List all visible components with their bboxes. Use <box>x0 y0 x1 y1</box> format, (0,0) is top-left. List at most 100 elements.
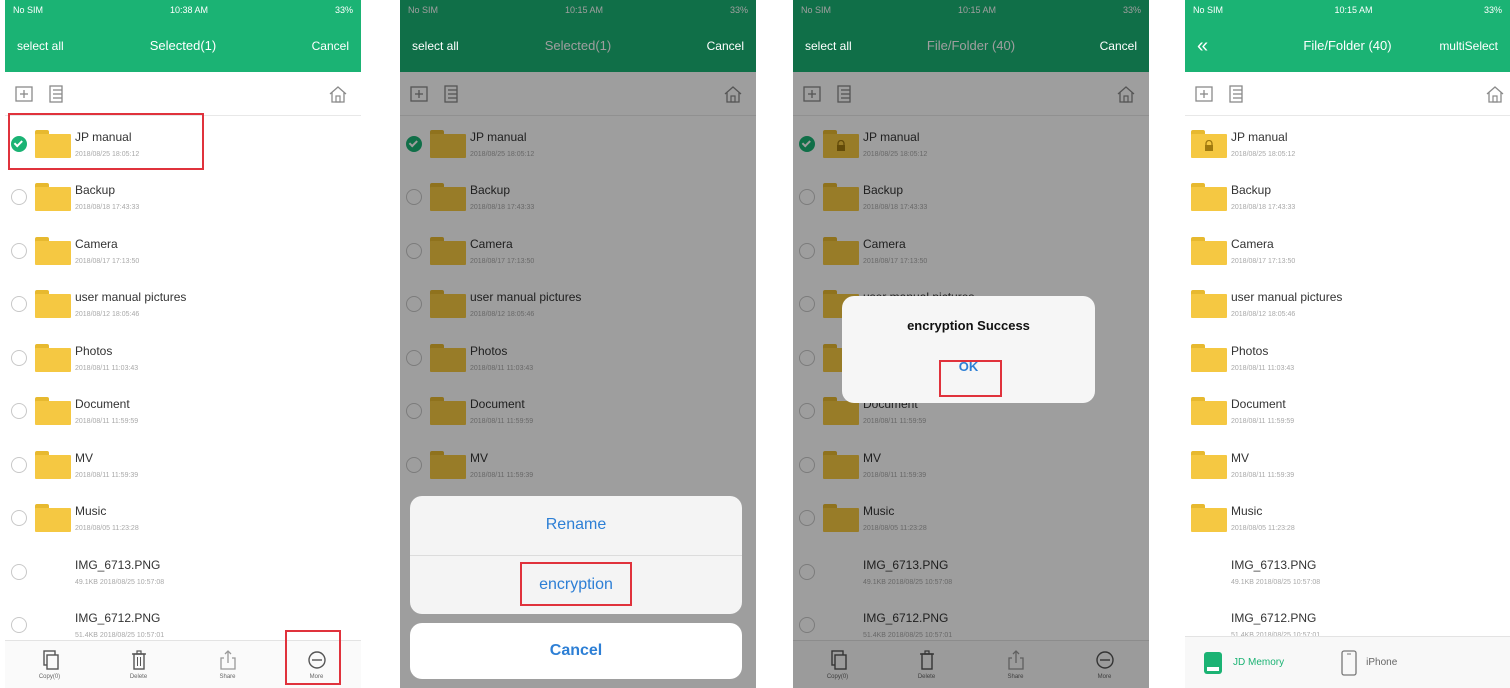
list-item[interactable]: MV 2018/08/11 11:59:39 <box>793 438 1149 492</box>
more-button[interactable]: More <box>287 649 347 680</box>
select-radio[interactable] <box>406 135 422 152</box>
rename-button[interactable]: Rename <box>410 496 742 555</box>
tab-iphone[interactable]: iPhone <box>1340 649 1397 676</box>
home-icon[interactable] <box>1484 83 1506 105</box>
new-folder-icon[interactable] <box>1193 83 1215 105</box>
select-radio[interactable] <box>11 617 27 634</box>
copy-button[interactable]: Copy(0) <box>20 649 80 680</box>
list-item[interactable]: Document 2018/08/11 11:59:59 <box>5 385 361 439</box>
more-button[interactable]: More <box>1075 649 1135 680</box>
select-radio[interactable] <box>406 189 422 206</box>
select-radio[interactable] <box>799 403 815 420</box>
select-radio[interactable] <box>11 456 27 473</box>
list-item[interactable]: Document 2018/08/11 11:59:59 <box>400 385 756 439</box>
select-radio[interactable] <box>11 189 27 206</box>
folder-icon <box>430 290 466 319</box>
select-radio[interactable] <box>11 296 27 313</box>
list-item[interactable]: JP manual 2018/08/25 18:05:12 <box>1185 117 1510 171</box>
new-folder-icon[interactable] <box>13 83 35 105</box>
item-meta: Music 2018/08/05 11:23:28 <box>863 504 927 532</box>
select-radio[interactable] <box>799 349 815 366</box>
ok-button[interactable]: OK <box>947 355 991 378</box>
item-date: 2018/08/12 18:05:46 <box>1231 311 1296 319</box>
cancel-button[interactable]: Cancel <box>1100 39 1137 53</box>
select-radio[interactable] <box>799 296 815 313</box>
select-radio[interactable] <box>799 189 815 206</box>
share-button[interactable]: Share <box>986 649 1046 680</box>
list-item[interactable]: Camera 2018/08/17 17:13:50 <box>400 224 756 278</box>
select-radio[interactable] <box>11 242 27 259</box>
list-item[interactable]: JP manual 2018/08/25 18:05:12 <box>5 117 361 171</box>
sort-icon[interactable] <box>833 83 855 105</box>
cancel-button[interactable]: Cancel <box>707 39 744 53</box>
sheet-cancel-button[interactable]: Cancel <box>410 623 742 679</box>
new-folder-icon[interactable] <box>408 83 430 105</box>
item-name: IMG_6713.PNG <box>863 557 949 572</box>
select-radio[interactable] <box>406 349 422 366</box>
select-radio[interactable] <box>406 403 422 420</box>
select-radio[interactable] <box>799 242 815 259</box>
list-item[interactable]: IMG_6713.PNG 49.1KB 2018/08/25 10:57:08 <box>793 545 1149 599</box>
list-item[interactable]: Photos 2018/08/11 11:03:43 <box>5 331 361 385</box>
select-all-button[interactable]: select all <box>17 39 64 53</box>
list-item[interactable]: Music 2018/08/05 11:23:28 <box>793 492 1149 546</box>
list-item[interactable]: Camera 2018/08/17 17:13:50 <box>5 224 361 278</box>
select-radio[interactable] <box>799 617 815 634</box>
item-name: Music <box>863 504 895 519</box>
delete-button[interactable]: Delete <box>897 649 957 680</box>
home-icon[interactable] <box>722 83 744 105</box>
select-radio[interactable] <box>406 242 422 259</box>
list-item[interactable]: Photos 2018/08/11 11:03:43 <box>400 331 756 385</box>
cancel-button[interactable]: Cancel <box>312 39 349 53</box>
list-item[interactable]: Document 2018/08/11 11:59:59 <box>1185 385 1510 439</box>
multiselect-button[interactable]: multiSelect <box>1439 39 1498 53</box>
list-item[interactable]: Music 2018/08/05 11:23:28 <box>1185 492 1510 546</box>
list-item[interactable]: Music 2018/08/05 11:23:28 <box>5 492 361 546</box>
home-icon[interactable] <box>327 83 349 105</box>
list-item[interactable]: user manual pictures 2018/08/12 18:05:46 <box>1185 278 1510 332</box>
list-item[interactable]: Photos 2018/08/11 11:03:43 <box>1185 331 1510 385</box>
list-item[interactable]: Camera 2018/08/17 17:13:50 <box>1185 224 1510 278</box>
item-meta: Document 2018/08/11 11:59:59 <box>75 397 138 425</box>
select-radio[interactable] <box>406 456 422 473</box>
select-radio[interactable] <box>799 456 815 473</box>
select-radio[interactable] <box>11 403 27 420</box>
select-all-button[interactable]: select all <box>412 39 459 53</box>
list-item[interactable]: IMG_6713.PNG 49.1KB 2018/08/25 10:57:08 <box>5 545 361 599</box>
list-item[interactable]: user manual pictures 2018/08/12 18:05:46 <box>5 278 361 332</box>
select-radio[interactable] <box>799 510 815 527</box>
list-item[interactable]: MV 2018/08/11 11:59:39 <box>5 438 361 492</box>
list-item[interactable]: Backup 2018/08/18 17:43:33 <box>793 171 1149 225</box>
list-item[interactable]: Camera 2018/08/17 17:13:50 <box>793 224 1149 278</box>
sort-icon[interactable] <box>45 83 67 105</box>
sort-icon[interactable] <box>1225 83 1247 105</box>
list-item[interactable]: MV 2018/08/11 11:59:39 <box>400 438 756 492</box>
select-radio[interactable] <box>11 563 27 580</box>
select-all-button[interactable]: select all <box>805 39 852 53</box>
list-item[interactable]: MV 2018/08/11 11:59:39 <box>1185 438 1510 492</box>
select-radio[interactable] <box>799 563 815 580</box>
list-item[interactable]: JP manual 2018/08/25 18:05:12 <box>400 117 756 171</box>
share-button[interactable]: Share <box>198 649 258 680</box>
list-item[interactable]: Backup 2018/08/18 17:43:33 <box>5 171 361 225</box>
delete-button[interactable]: Delete <box>109 649 169 680</box>
list-item[interactable]: user manual pictures 2018/08/12 18:05:46 <box>400 278 756 332</box>
select-radio[interactable] <box>11 510 27 527</box>
back-button[interactable]: « <box>1197 35 1208 58</box>
tab-jd-memory[interactable]: JD Memory <box>1201 650 1284 676</box>
list-item[interactable]: JP manual 2018/08/25 18:05:12 <box>793 117 1149 171</box>
encryption-button[interactable]: encryption <box>410 554 742 615</box>
select-radio[interactable] <box>406 296 422 313</box>
select-radio[interactable] <box>11 349 27 366</box>
status-bar: No SIM 10:15 AM 33% <box>793 0 1149 20</box>
select-radio[interactable] <box>799 135 815 152</box>
copy-button[interactable]: Copy(0) <box>808 649 868 680</box>
sort-icon[interactable] <box>440 83 462 105</box>
list-item[interactable]: Backup 2018/08/18 17:43:33 <box>1185 171 1510 225</box>
list-item[interactable]: Backup 2018/08/18 17:43:33 <box>400 171 756 225</box>
new-folder-icon[interactable] <box>801 83 823 105</box>
home-icon[interactable] <box>1115 83 1137 105</box>
list-item[interactable]: IMG_6713.PNG 49.1KB 2018/08/25 10:57:08 <box>1185 545 1510 599</box>
item-date: 2018/08/05 11:23:28 <box>863 525 927 533</box>
select-radio[interactable] <box>11 135 27 152</box>
